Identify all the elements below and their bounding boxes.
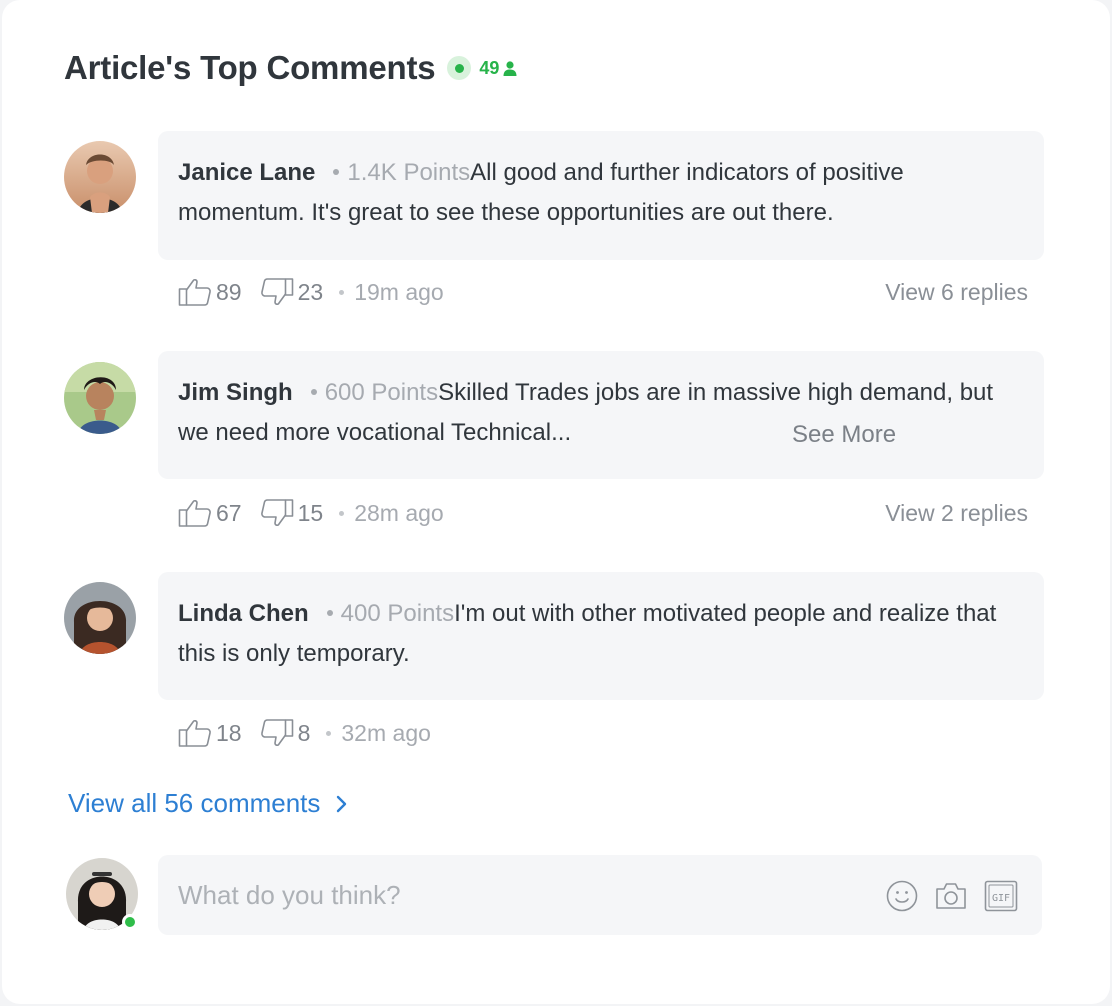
comments-card: Article's Top Comments 49 Janice Lane 1.4… <box>2 0 1110 1004</box>
like-count: 67 <box>216 499 242 526</box>
separator-dot <box>339 289 345 295</box>
thumbs-down-icon[interactable] <box>260 718 294 748</box>
separator-dot <box>310 388 317 395</box>
view-all-label: View all 56 comments <box>68 788 321 818</box>
comment-bubble: Linda Chen 400 PointsI'm out with other m… <box>158 572 1044 700</box>
section-title: Article's Top Comments <box>64 49 436 86</box>
view-replies-link[interactable]: View 2 replies <box>885 496 1028 530</box>
see-more-link[interactable]: See More <box>792 415 896 455</box>
separator-dot <box>333 168 340 175</box>
live-indicator-icon <box>447 56 472 80</box>
online-status-indicator <box>122 914 138 930</box>
comment-author[interactable]: Janice Lane <box>178 159 315 186</box>
dislike-count: 15 <box>297 499 324 526</box>
separator-dot <box>339 510 345 516</box>
thumbs-down-icon[interactable] <box>260 498 294 528</box>
gif-icon[interactable]: GIF <box>984 879 1018 913</box>
thumbs-up-icon[interactable] <box>178 277 212 307</box>
comment-points: 400 Points <box>340 600 455 627</box>
dislike-count: 8 <box>297 719 311 746</box>
emoji-icon[interactable] <box>885 879 919 913</box>
avatar-linda-chen[interactable] <box>64 582 136 654</box>
separator-dot <box>326 609 333 616</box>
comment-time: 32m ago <box>341 719 431 746</box>
live-count: 49 <box>479 57 500 78</box>
thumbs-down-icon[interactable] <box>260 277 294 307</box>
like-count: 18 <box>216 719 242 746</box>
dislike-count: 23 <box>297 278 324 305</box>
view-all-comments-link[interactable]: View all 56 comments <box>68 788 348 819</box>
comment-actions: 67 15 28m ago <box>178 496 444 530</box>
chevron-right-icon <box>336 795 348 813</box>
avatar-janice-lane[interactable] <box>64 141 136 213</box>
view-replies-link[interactable]: View 6 replies <box>885 275 1028 309</box>
comment-author[interactable]: Linda Chen <box>178 600 309 627</box>
comment-input[interactable] <box>178 873 858 917</box>
camera-icon[interactable] <box>934 879 968 913</box>
separator-dot <box>326 730 332 736</box>
comment-bubble: Jim Singh 600 PointsSkilled Trades jobs a… <box>158 351 1044 479</box>
comment-actions: 89 23 19m ago <box>178 275 444 309</box>
comment-body: Janice Lane 1.4K PointsAll good and furth… <box>178 153 1024 233</box>
thumbs-up-icon[interactable] <box>178 498 212 528</box>
thumbs-up-icon[interactable] <box>178 718 212 748</box>
comment-points: 1.4K Points <box>347 159 471 186</box>
comment-points: 600 Points <box>324 379 439 406</box>
like-count: 89 <box>216 278 242 305</box>
avatar-jim-singh[interactable] <box>64 362 136 434</box>
svg-text:GIF: GIF <box>992 893 1010 904</box>
comments-header: Article's Top Comments 49 <box>64 46 517 90</box>
comment-time: 28m ago <box>354 499 444 526</box>
comment-author[interactable]: Jim Singh <box>178 379 293 406</box>
comment-bubble: Janice Lane 1.4K PointsAll good and furth… <box>158 131 1044 260</box>
comment-body: Linda Chen 400 PointsI'm out with other m… <box>178 594 1024 674</box>
comment-composer: GIF <box>158 855 1042 935</box>
comment-actions: 18 8 32m ago <box>178 716 431 750</box>
comment-time: 19m ago <box>354 278 444 305</box>
person-icon <box>503 60 517 76</box>
